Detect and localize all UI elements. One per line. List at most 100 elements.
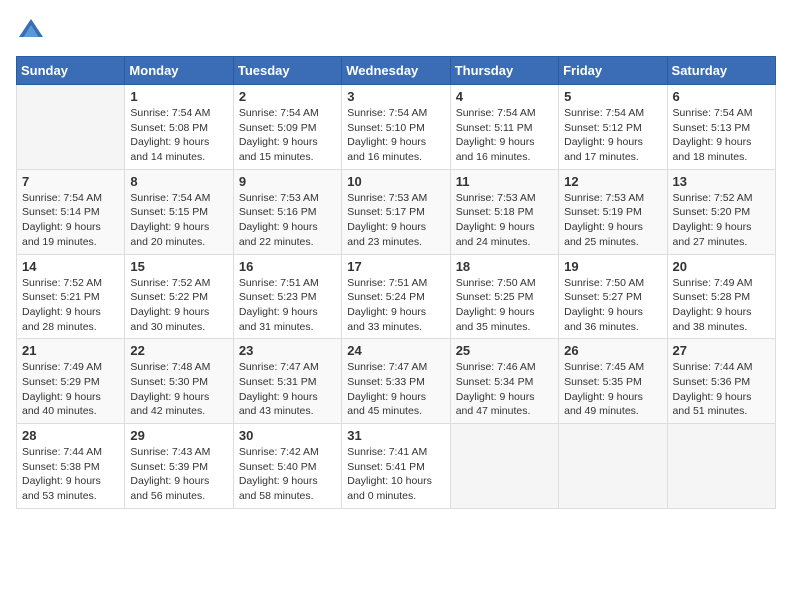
day-info: Sunrise: 7:54 AMSunset: 5:15 PMDaylight:…	[130, 191, 227, 250]
day-number: 25	[456, 343, 553, 358]
day-number: 15	[130, 259, 227, 274]
calendar-cell: 19 Sunrise: 7:50 AMSunset: 5:27 PMDayligh…	[559, 254, 667, 339]
day-number: 2	[239, 89, 336, 104]
day-number: 30	[239, 428, 336, 443]
logo	[16, 16, 50, 46]
day-info: Sunrise: 7:47 AMSunset: 5:33 PMDaylight:…	[347, 360, 444, 419]
calendar-cell: 23 Sunrise: 7:47 AMSunset: 5:31 PMDayligh…	[233, 339, 341, 424]
day-info: Sunrise: 7:53 AMSunset: 5:17 PMDaylight:…	[347, 191, 444, 250]
day-info: Sunrise: 7:51 AMSunset: 5:24 PMDaylight:…	[347, 276, 444, 335]
day-info: Sunrise: 7:45 AMSunset: 5:35 PMDaylight:…	[564, 360, 661, 419]
calendar-cell: 31 Sunrise: 7:41 AMSunset: 5:41 PMDayligh…	[342, 424, 450, 509]
calendar-day-header: Saturday	[667, 57, 775, 85]
calendar-cell	[667, 424, 775, 509]
calendar-header-row: SundayMondayTuesdayWednesdayThursdayFrid…	[17, 57, 776, 85]
calendar-cell: 6 Sunrise: 7:54 AMSunset: 5:13 PMDaylight…	[667, 85, 775, 170]
calendar-cell: 18 Sunrise: 7:50 AMSunset: 5:25 PMDayligh…	[450, 254, 558, 339]
day-info: Sunrise: 7:46 AMSunset: 5:34 PMDaylight:…	[456, 360, 553, 419]
day-number: 23	[239, 343, 336, 358]
calendar-cell: 20 Sunrise: 7:49 AMSunset: 5:28 PMDayligh…	[667, 254, 775, 339]
day-info: Sunrise: 7:52 AMSunset: 5:21 PMDaylight:…	[22, 276, 119, 335]
calendar-cell	[450, 424, 558, 509]
calendar-cell: 29Sunrise: 7:43 AMSunset: 5:39 PMDayligh…	[125, 424, 233, 509]
day-number: 28	[22, 428, 119, 443]
calendar-cell: 11 Sunrise: 7:53 AMSunset: 5:18 PMDayligh…	[450, 169, 558, 254]
calendar-cell: 13 Sunrise: 7:52 AMSunset: 5:20 PMDayligh…	[667, 169, 775, 254]
day-number: 6	[673, 89, 770, 104]
calendar-week-row: 28 Sunrise: 7:44 AMSunset: 5:38 PMDayligh…	[17, 424, 776, 509]
day-number: 12	[564, 174, 661, 189]
calendar-week-row: 21 Sunrise: 7:49 AMSunset: 5:29 PMDayligh…	[17, 339, 776, 424]
page-header	[16, 16, 776, 46]
day-info: Sunrise: 7:47 AMSunset: 5:31 PMDaylight:…	[239, 360, 336, 419]
day-info: Sunrise: 7:50 AMSunset: 5:25 PMDaylight:…	[456, 276, 553, 335]
day-info: Sunrise: 7:50 AMSunset: 5:27 PMDaylight:…	[564, 276, 661, 335]
day-info: Sunrise: 7:53 AMSunset: 5:18 PMDaylight:…	[456, 191, 553, 250]
day-info: Sunrise: 7:54 AMSunset: 5:08 PMDaylight:…	[130, 106, 227, 165]
day-info: Sunrise: 7:52 AMSunset: 5:20 PMDaylight:…	[673, 191, 770, 250]
calendar-cell: 27Sunrise: 7:44 AMSunset: 5:36 PMDayligh…	[667, 339, 775, 424]
calendar-cell: 17 Sunrise: 7:51 AMSunset: 5:24 PMDayligh…	[342, 254, 450, 339]
calendar-cell: 8 Sunrise: 7:54 AMSunset: 5:15 PMDaylight…	[125, 169, 233, 254]
day-info: Sunrise: 7:54 AMSunset: 5:10 PMDaylight:…	[347, 106, 444, 165]
day-info: Sunrise: 7:53 AMSunset: 5:16 PMDaylight:…	[239, 191, 336, 250]
day-info: Sunrise: 7:48 AMSunset: 5:30 PMDaylight:…	[130, 360, 227, 419]
day-number: 1	[130, 89, 227, 104]
calendar-week-row: 14Sunrise: 7:52 AMSunset: 5:21 PMDayligh…	[17, 254, 776, 339]
calendar-cell	[559, 424, 667, 509]
calendar-cell: 16Sunrise: 7:51 AMSunset: 5:23 PMDayligh…	[233, 254, 341, 339]
calendar-cell: 21 Sunrise: 7:49 AMSunset: 5:29 PMDayligh…	[17, 339, 125, 424]
calendar-cell: 25 Sunrise: 7:46 AMSunset: 5:34 PMDayligh…	[450, 339, 558, 424]
calendar-cell: 2 Sunrise: 7:54 AMSunset: 5:09 PMDaylight…	[233, 85, 341, 170]
day-number: 17	[347, 259, 444, 274]
calendar-cell: 9 Sunrise: 7:53 AMSunset: 5:16 PMDaylight…	[233, 169, 341, 254]
calendar-day-header: Thursday	[450, 57, 558, 85]
day-number: 24	[347, 343, 444, 358]
day-info: Sunrise: 7:54 AMSunset: 5:09 PMDaylight:…	[239, 106, 336, 165]
calendar-day-header: Tuesday	[233, 57, 341, 85]
day-info: Sunrise: 7:43 AMSunset: 5:39 PMDaylight:…	[130, 445, 227, 504]
day-number: 16	[239, 259, 336, 274]
day-number: 9	[239, 174, 336, 189]
day-info: Sunrise: 7:54 AMSunset: 5:13 PMDaylight:…	[673, 106, 770, 165]
day-number: 10	[347, 174, 444, 189]
day-number: 7	[22, 174, 119, 189]
calendar-cell: 22Sunrise: 7:48 AMSunset: 5:30 PMDayligh…	[125, 339, 233, 424]
day-info: Sunrise: 7:42 AMSunset: 5:40 PMDaylight:…	[239, 445, 336, 504]
day-number: 8	[130, 174, 227, 189]
calendar-cell: 14Sunrise: 7:52 AMSunset: 5:21 PMDayligh…	[17, 254, 125, 339]
calendar-week-row: 7 Sunrise: 7:54 AMSunset: 5:14 PMDaylight…	[17, 169, 776, 254]
calendar-table: SundayMondayTuesdayWednesdayThursdayFrid…	[16, 56, 776, 509]
calendar-cell: 26Sunrise: 7:45 AMSunset: 5:35 PMDayligh…	[559, 339, 667, 424]
calendar-week-row: 1 Sunrise: 7:54 AMSunset: 5:08 PMDaylight…	[17, 85, 776, 170]
day-number: 19	[564, 259, 661, 274]
day-number: 11	[456, 174, 553, 189]
day-number: 13	[673, 174, 770, 189]
calendar-cell: 1 Sunrise: 7:54 AMSunset: 5:08 PMDaylight…	[125, 85, 233, 170]
calendar-cell: 7 Sunrise: 7:54 AMSunset: 5:14 PMDaylight…	[17, 169, 125, 254]
day-number: 4	[456, 89, 553, 104]
day-info: Sunrise: 7:49 AMSunset: 5:28 PMDaylight:…	[673, 276, 770, 335]
day-number: 5	[564, 89, 661, 104]
calendar-cell: 30 Sunrise: 7:42 AMSunset: 5:40 PMDayligh…	[233, 424, 341, 509]
day-number: 18	[456, 259, 553, 274]
calendar-day-header: Monday	[125, 57, 233, 85]
day-info: Sunrise: 7:44 AMSunset: 5:38 PMDaylight:…	[22, 445, 119, 504]
day-number: 31	[347, 428, 444, 443]
logo-icon	[16, 16, 46, 46]
calendar-day-header: Friday	[559, 57, 667, 85]
day-number: 20	[673, 259, 770, 274]
day-info: Sunrise: 7:54 AMSunset: 5:11 PMDaylight:…	[456, 106, 553, 165]
day-info: Sunrise: 7:52 AMSunset: 5:22 PMDaylight:…	[130, 276, 227, 335]
day-info: Sunrise: 7:54 AMSunset: 5:14 PMDaylight:…	[22, 191, 119, 250]
calendar-cell: 5 Sunrise: 7:54 AMSunset: 5:12 PMDaylight…	[559, 85, 667, 170]
day-number: 3	[347, 89, 444, 104]
day-number: 27	[673, 343, 770, 358]
day-info: Sunrise: 7:49 AMSunset: 5:29 PMDaylight:…	[22, 360, 119, 419]
calendar-cell: 12Sunrise: 7:53 AMSunset: 5:19 PMDayligh…	[559, 169, 667, 254]
day-info: Sunrise: 7:41 AMSunset: 5:41 PMDaylight:…	[347, 445, 444, 504]
calendar-cell: 4 Sunrise: 7:54 AMSunset: 5:11 PMDaylight…	[450, 85, 558, 170]
day-number: 21	[22, 343, 119, 358]
calendar-day-header: Wednesday	[342, 57, 450, 85]
day-info: Sunrise: 7:54 AMSunset: 5:12 PMDaylight:…	[564, 106, 661, 165]
